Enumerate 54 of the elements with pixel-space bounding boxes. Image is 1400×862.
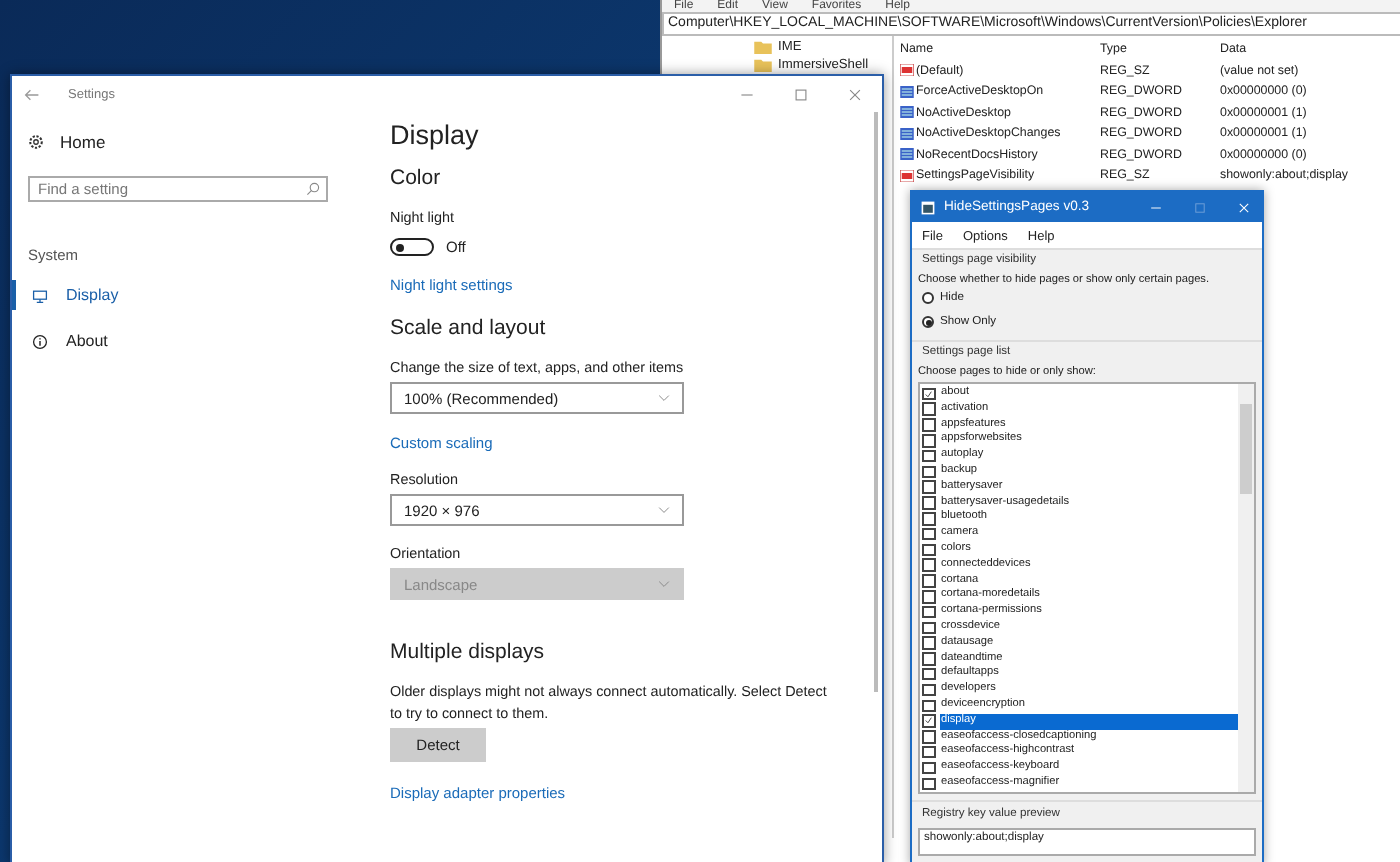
checkbox[interactable] <box>922 512 935 526</box>
home-link[interactable]: Home <box>60 132 106 152</box>
toggle-switch[interactable] <box>390 238 434 256</box>
scrollbar[interactable] <box>874 112 878 692</box>
app-icon <box>920 199 936 215</box>
checkbox[interactable] <box>922 636 935 650</box>
monitor-icon <box>32 287 48 303</box>
nav-item[interactable]: About <box>12 326 378 356</box>
checkbox[interactable] <box>922 449 935 463</box>
checkbox[interactable] <box>922 605 935 619</box>
checkbox[interactable] <box>922 543 935 557</box>
checkbox[interactable] <box>922 590 935 603</box>
info-icon <box>32 333 48 349</box>
checkbox[interactable] <box>922 667 935 681</box>
checkbox[interactable] <box>922 480 935 494</box>
back-arrow-icon[interactable] <box>24 87 40 101</box>
string-value-icon <box>900 64 914 77</box>
chevron-icon <box>658 580 670 588</box>
checkbox[interactable] <box>922 777 935 791</box>
checkbox[interactable] <box>922 387 935 401</box>
checkbox[interactable] <box>922 652 935 666</box>
search-icon <box>306 182 320 196</box>
checkbox[interactable] <box>922 558 935 572</box>
checkbox[interactable] <box>922 402 935 416</box>
checkbox[interactable] <box>922 714 935 728</box>
binary-value-icon <box>900 127 914 140</box>
checkbox[interactable] <box>922 621 935 635</box>
radio-button[interactable] <box>922 316 934 328</box>
section-heading: Multiple displays <box>390 640 547 664</box>
close-icon[interactable] <box>848 87 862 101</box>
checkbox[interactable] <box>922 496 935 510</box>
checkbox[interactable] <box>922 699 935 713</box>
checkbox[interactable] <box>922 434 935 448</box>
gear-icon <box>28 134 44 150</box>
chevron-icon <box>658 506 670 514</box>
radio-button[interactable] <box>922 292 934 304</box>
checkbox[interactable] <box>922 418 935 432</box>
checkbox[interactable] <box>922 465 935 479</box>
checkbox[interactable] <box>922 730 935 744</box>
checkbox[interactable] <box>922 745 935 759</box>
checkbox[interactable] <box>922 527 935 541</box>
checkbox[interactable] <box>922 683 935 697</box>
checkbox[interactable] <box>922 761 935 775</box>
nav-item[interactable]: Display <box>12 280 378 310</box>
binary-value-icon <box>900 106 914 119</box>
binary-value-icon <box>900 148 914 161</box>
section-heading: Scale and layout <box>390 316 548 340</box>
scrollbar[interactable] <box>1238 384 1254 792</box>
chevron-icon <box>658 394 670 402</box>
string-value-icon <box>900 169 914 182</box>
checkbox[interactable] <box>922 574 935 588</box>
page-title: Display <box>390 120 481 150</box>
binary-value-icon <box>900 85 914 98</box>
section-heading: Color <box>390 166 443 190</box>
